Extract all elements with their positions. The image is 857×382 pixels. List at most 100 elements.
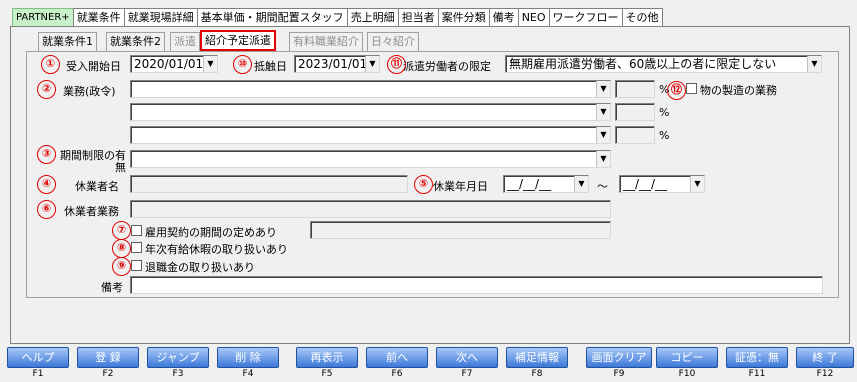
tab-work-conditions[interactable]: 就業条件 — [72, 8, 125, 28]
retirement-checkbox[interactable] — [131, 260, 142, 271]
chevron-down-icon[interactable]: ▼ — [203, 56, 217, 72]
supplement-button[interactable]: 補足情報 — [506, 347, 568, 368]
chevron-down-icon[interactable]: ▼ — [596, 104, 610, 120]
f9-key-label: F9 — [613, 369, 625, 379]
business-select-1[interactable]: ▼ — [130, 80, 611, 98]
worker-limit-label: 派遣労働者の限定 — [403, 60, 491, 73]
marker-6: ⑥ — [37, 200, 56, 219]
marker-4: ④ — [37, 175, 56, 194]
chevron-down-icon[interactable]: ▼ — [365, 56, 379, 72]
chevron-down-icon[interactable]: ▼ — [596, 151, 610, 167]
marker-3: ③ — [37, 145, 56, 164]
tab-category[interactable]: 案件分類 — [437, 8, 490, 28]
period-limit-label: 期間制限の有無 — [60, 149, 126, 174]
remarks-field[interactable] — [130, 276, 823, 294]
previous-button[interactable]: 前へ — [366, 347, 428, 368]
conflict-date-field[interactable]: 2023/01/01 ▼ — [294, 55, 380, 73]
f4-key-label: F4 — [242, 369, 254, 379]
f10-key-label: F10 — [678, 369, 696, 379]
absence-date-from-value: __/__/__ — [507, 177, 552, 191]
subtab-paid-placement[interactable]: 有料職業紹介 — [289, 32, 363, 51]
business-percent-2 — [615, 103, 655, 121]
marker-7: ⑦ — [112, 221, 131, 240]
f8-key-label: F8 — [531, 369, 543, 379]
f12-key-label: F12 — [816, 369, 834, 379]
tab-remarks[interactable]: 備考 — [488, 8, 519, 28]
f6-key-label: F6 — [391, 369, 403, 379]
marker-12: ⑫ — [667, 81, 686, 100]
marker-8: ⑧ — [112, 239, 131, 258]
chevron-down-icon[interactable]: ▼ — [596, 127, 610, 143]
main-tab-bar: PARTNER+ 就業条件 就業現場詳細 基本単価・期間配置スタッフ 売上明細 … — [12, 8, 663, 28]
f2-key-label: F2 — [102, 369, 114, 379]
f5-key-label: F5 — [321, 369, 333, 379]
absence-date-to-value: __/__/__ — [623, 177, 668, 191]
absence-date-label: 休業年月日 — [433, 180, 488, 193]
marker-9: ⑨ — [112, 257, 131, 276]
conflict-date-value: 2023/01/01 — [298, 57, 368, 71]
absence-date-to-field[interactable]: __/__/__ ▼ — [619, 175, 705, 193]
clear-screen-button[interactable]: 画面クリア — [586, 347, 652, 368]
subtab-daily-placement[interactable]: 日々紹介 — [367, 32, 419, 51]
subtab-temp-to-perm[interactable]: 紹介予定派遣 — [200, 30, 276, 51]
absence-date-from-field[interactable]: __/__/__ ▼ — [503, 175, 589, 193]
marker-10: ⑩ — [233, 55, 252, 74]
paid-leave-checkbox[interactable] — [131, 242, 142, 253]
date-range-tilde: 〜 — [597, 180, 608, 193]
subtab-work-conditions-1[interactable]: 就業条件1 — [38, 32, 97, 51]
copy-button[interactable]: コピー — [656, 347, 718, 368]
register-button[interactable]: 登 録 — [77, 347, 139, 368]
business-label: 業務(政令) — [63, 85, 116, 98]
tab-workflow[interactable]: ワークフロー — [548, 8, 623, 28]
period-limit-select[interactable]: ▼ — [130, 150, 611, 168]
conflict-date-label: 抵触日 — [254, 60, 287, 73]
business-select-3[interactable]: ▼ — [130, 126, 611, 144]
f1-key-label: F1 — [32, 369, 44, 379]
marker-1: ① — [41, 55, 60, 74]
business-percent-3 — [615, 126, 655, 144]
tab-sales-details[interactable]: 売上明細 — [346, 8, 399, 28]
f7-key-label: F7 — [461, 369, 473, 379]
next-button[interactable]: 次へ — [436, 347, 498, 368]
help-button[interactable]: ヘルプ — [7, 347, 69, 368]
jump-button[interactable]: ジャンプ — [147, 347, 209, 368]
employment-period-field — [310, 221, 611, 239]
exit-button[interactable]: 終 了 — [796, 347, 854, 368]
chevron-down-icon[interactable]: ▼ — [807, 56, 821, 72]
business-percent-1 — [615, 80, 655, 98]
tab-neo[interactable]: NEO — [517, 8, 550, 28]
f11-key-label: F11 — [748, 369, 766, 379]
tab-staff[interactable]: 担当者 — [397, 8, 439, 28]
absentee-job-field — [130, 200, 611, 218]
delete-button[interactable]: 削 除 — [217, 347, 279, 368]
accept-start-label: 受入開始日 — [66, 60, 121, 73]
accept-start-date-field[interactable]: 2020/01/01 ▼ — [130, 55, 218, 73]
worker-limit-select[interactable]: 無期雇用派遣労働者、60歳以上の者に限定しない ▼ — [505, 55, 822, 73]
tab-partner[interactable]: PARTNER+ — [12, 8, 74, 28]
business-select-2[interactable]: ▼ — [130, 103, 611, 121]
absentee-name-label: 休業者名 — [75, 180, 119, 193]
absentee-name-field — [130, 175, 408, 193]
tab-other[interactable]: その他 — [621, 8, 663, 28]
refresh-button[interactable]: 再表示 — [296, 347, 358, 368]
remarks-label: 備考 — [101, 281, 123, 294]
manufacturing-label: 物の製造の業務 — [700, 84, 777, 97]
employment-period-label: 雇用契約の期間の定めあり — [145, 226, 277, 239]
percent-label-2: % — [659, 106, 670, 119]
chevron-down-icon[interactable]: ▼ — [574, 176, 588, 192]
manufacturing-checkbox[interactable] — [686, 83, 697, 94]
f3-key-label: F3 — [172, 369, 184, 379]
employment-period-checkbox[interactable] — [131, 225, 142, 236]
absentee-job-label: 休業者業務 — [64, 205, 119, 218]
tab-unit-price[interactable]: 基本単価・期間配置スタッフ — [196, 8, 348, 28]
subtab-work-conditions-2[interactable]: 就業条件2 — [106, 32, 165, 51]
tab-site-details[interactable]: 就業現場詳細 — [123, 8, 198, 28]
chevron-down-icon[interactable]: ▼ — [596, 81, 610, 97]
chevron-down-icon[interactable]: ▼ — [690, 176, 704, 192]
subtab-dispatch[interactable]: 派遣 — [170, 32, 200, 51]
marker-5: ⑤ — [414, 175, 433, 194]
paid-leave-label: 年次有給休暇の取り扱いあり — [145, 243, 288, 256]
evidence-button[interactable]: 証憑：無 — [726, 347, 788, 368]
accept-start-date-value: 2020/01/01 — [134, 57, 204, 71]
percent-label-3: % — [659, 129, 670, 142]
